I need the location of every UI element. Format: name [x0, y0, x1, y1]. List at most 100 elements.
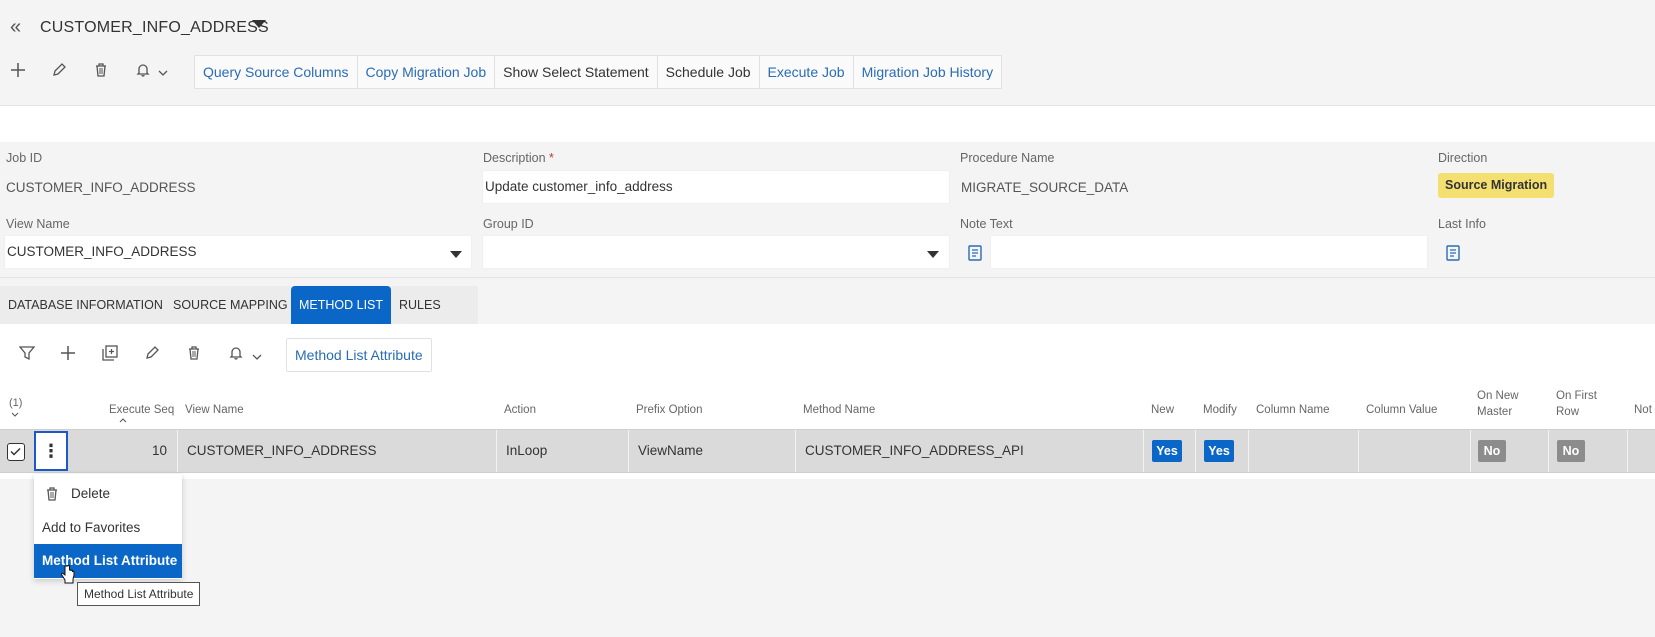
show-select-statement-button[interactable]: Show Select Statement — [495, 56, 658, 88]
edit-pencil-icon[interactable] — [48, 59, 70, 81]
menu-item-method-list-attribute[interactable]: Method List Attribute — [34, 544, 182, 578]
col-on-first-row-line1: On First — [1556, 390, 1597, 402]
cell-new-yes-chip[interactable]: Yes — [1152, 440, 1182, 462]
row-notification-bell-icon[interactable] — [225, 342, 247, 364]
edit-row-pencil-icon[interactable] — [141, 342, 163, 364]
column-divider — [1548, 430, 1549, 472]
checkmark-icon — [10, 447, 21, 456]
col-on-new-master[interactable]: On New Master — [1477, 388, 1519, 420]
tab-source-mapping[interactable]: SOURCE MAPPING — [165, 286, 296, 324]
column-divider — [628, 430, 629, 472]
cell-on-first-row-no-chip[interactable]: No — [1557, 440, 1585, 462]
cell-modify-yes-chip[interactable]: Yes — [1204, 440, 1234, 462]
collapse-back-icon[interactable]: « — [10, 16, 21, 39]
last-info-document-icon[interactable] — [1446, 245, 1460, 261]
direction-label: Direction — [1438, 151, 1488, 165]
last-info-label: Last Info — [1438, 217, 1486, 231]
column-divider — [1248, 430, 1249, 472]
delete-row-trash-icon[interactable] — [183, 342, 205, 364]
cell-execute-seq[interactable]: 10 — [152, 430, 167, 472]
cell-view-name[interactable]: CUSTOMER_INFO_ADDRESS — [187, 430, 377, 472]
tooltip: Method List Attribute — [77, 582, 201, 606]
duplicate-icon[interactable] — [99, 342, 121, 364]
row-context-menu: Delete Add to Favorites Method List Attr… — [34, 474, 182, 579]
col-column-value[interactable]: Column Value — [1366, 404, 1437, 416]
menu-item-delete[interactable]: Delete — [34, 477, 182, 511]
view-name-dropdown-icon[interactable] — [450, 251, 462, 258]
query-source-columns-button[interactable]: Query Source Columns — [195, 56, 358, 88]
sort-ascending-icon[interactable] — [117, 416, 129, 424]
column-divider — [1358, 430, 1359, 472]
select-all-chevron-icon[interactable] — [9, 410, 21, 420]
column-divider — [1195, 430, 1196, 472]
row-chevron-down-icon[interactable] — [250, 346, 264, 368]
column-divider — [1470, 430, 1471, 472]
col-on-first-row[interactable]: On First Row — [1556, 388, 1597, 420]
col-not[interactable]: Not — [1634, 404, 1652, 416]
col-column-name[interactable]: Column Name — [1256, 404, 1330, 416]
column-divider — [1627, 430, 1628, 472]
add-icon[interactable] — [7, 59, 29, 81]
col-on-new-master-line1: On New — [1477, 390, 1519, 402]
tab-database-information[interactable]: DATABASE INFORMATION — [0, 286, 171, 324]
tab-method-list[interactable]: METHOD LIST — [291, 286, 392, 324]
required-asterisk: * — [549, 151, 554, 165]
cell-prefix-option[interactable]: ViewName — [638, 430, 703, 472]
group-id-dropdown-icon[interactable] — [927, 251, 939, 258]
description-input[interactable]: Update customer_info_address — [482, 170, 950, 204]
col-view-name[interactable]: View Name — [185, 404, 244, 416]
migration-job-history-button[interactable]: Migration Job History — [854, 56, 1002, 88]
tab-rules[interactable]: RULES — [391, 286, 449, 324]
direction-badge: Source Migration — [1438, 173, 1555, 198]
cell-on-new-master-no-chip[interactable]: No — [1478, 440, 1506, 462]
menu-trash-icon — [47, 487, 57, 501]
page-header: « CUSTOMER_INFO_ADDRESS Query Source Col… — [0, 0, 1655, 106]
note-text-label: Note Text — [960, 217, 1013, 231]
description-label: Description * — [483, 151, 554, 165]
execute-job-button[interactable]: Execute Job — [760, 56, 854, 88]
page-title: CUSTOMER_INFO_ADDRESS — [40, 19, 269, 36]
col-prefix-option[interactable]: Prefix Option — [636, 404, 702, 416]
group-id-label: Group ID — [483, 217, 534, 231]
job-id-value: CUSTOMER_INFO_ADDRESS — [6, 180, 196, 195]
cell-method-name[interactable]: CUSTOMER_INFO_ADDRESS_API — [805, 430, 1024, 472]
view-name-select[interactable]: CUSTOMER_INFO_ADDRESS — [4, 235, 472, 269]
menu-item-add-to-favorites[interactable]: Add to Favorites — [34, 511, 182, 545]
table-row[interactable]: ⋮ 10 CUSTOMER_INFO_ADDRESS InLoop ViewNa… — [0, 429, 1655, 473]
schedule-job-button[interactable]: Schedule Job — [658, 56, 760, 88]
chevron-down-icon[interactable] — [156, 62, 170, 84]
row-kebab-menu-button[interactable]: ⋮ — [34, 431, 68, 471]
col-method-name[interactable]: Method Name — [803, 404, 875, 416]
note-text-input[interactable] — [990, 235, 1428, 269]
description-label-text: Description — [483, 151, 546, 165]
procedure-name-label: Procedure Name — [960, 151, 1055, 165]
column-divider — [795, 430, 796, 472]
cell-action[interactable]: InLoop — [506, 430, 547, 472]
col-modify[interactable]: Modify — [1203, 404, 1237, 416]
procedure-name-value: MIGRATE_SOURCE_DATA — [961, 180, 1129, 195]
menu-item-favorites-label: Add to Favorites — [42, 520, 141, 535]
note-document-icon[interactable] — [968, 245, 982, 261]
title-dropdown-icon[interactable] — [252, 20, 266, 28]
detail-tabs: DATABASE INFORMATION SOURCE MAPPING METH… — [0, 286, 1655, 324]
method-list-attribute-button[interactable]: Method List Attribute — [286, 338, 432, 372]
col-on-first-row-line2: Row — [1556, 406, 1580, 418]
hand-pointer-cursor-icon — [60, 564, 75, 584]
col-execute-seq[interactable]: Execute Seq — [109, 404, 174, 416]
row-checkbox[interactable] — [7, 443, 25, 461]
delete-trash-icon[interactable] — [90, 59, 112, 81]
copy-migration-job-button[interactable]: Copy Migration Job — [358, 56, 496, 88]
header-spacer — [0, 106, 1655, 142]
view-name-label: View Name — [6, 217, 70, 231]
group-id-select[interactable] — [482, 235, 950, 269]
job-action-button-group: Query Source Columns Copy Migration Job … — [194, 55, 1003, 89]
col-action[interactable]: Action — [504, 404, 536, 416]
filter-icon[interactable] — [16, 342, 38, 364]
column-divider — [496, 430, 497, 472]
col-new[interactable]: New — [1151, 404, 1174, 416]
column-divider — [177, 430, 178, 472]
notification-bell-icon[interactable] — [132, 59, 154, 81]
view-name-value: CUSTOMER_INFO_ADDRESS — [7, 244, 197, 259]
column-divider — [1143, 430, 1144, 472]
add-row-icon[interactable] — [57, 342, 79, 364]
